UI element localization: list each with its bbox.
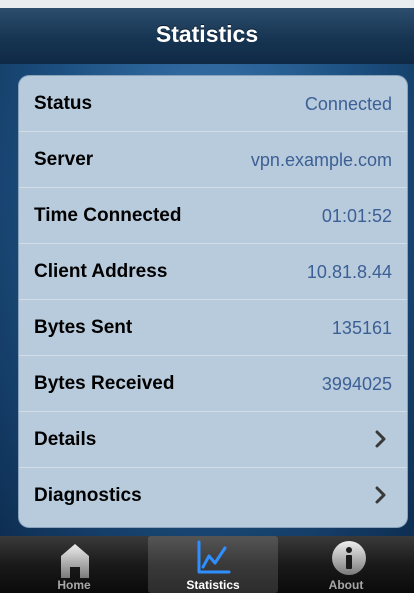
row-time-connected: Time Connected 01:01:52 <box>19 188 407 244</box>
statistics-table: Status Connected Server vpn.example.com … <box>19 76 407 527</box>
info-icon <box>332 541 366 575</box>
row-value: 01:01:52 <box>321 206 392 226</box>
row-label: Time Connected <box>34 205 182 226</box>
row-value: 135161 <box>331 318 392 338</box>
row-status: Status Connected <box>19 76 407 132</box>
row-server: Server vpn.example.com <box>19 132 407 188</box>
status-strip <box>0 0 414 8</box>
row-label: Bytes Received <box>34 373 175 394</box>
chevron-right-icon <box>375 486 386 504</box>
row-value: 3994025 <box>321 374 392 394</box>
row-label: Bytes Sent <box>34 317 133 338</box>
row-details[interactable]: Details <box>19 412 407 468</box>
tab-label: Statistics <box>186 578 240 592</box>
chevron-right-icon <box>375 430 386 448</box>
row-bytes-received: Bytes Received 3994025 <box>19 356 407 412</box>
row-value: 10.81.8.44 <box>306 262 392 282</box>
row-label: Status <box>34 93 93 114</box>
row-value: Connected <box>304 94 392 114</box>
row-label: Client Address <box>34 261 168 282</box>
tab-home[interactable]: Home <box>0 536 148 593</box>
home-icon <box>61 544 89 578</box>
tab-about[interactable]: About <box>278 536 414 593</box>
row-label: Server <box>34 149 94 170</box>
row-label: Details <box>34 429 97 450</box>
tab-statistics[interactable]: Statistics <box>148 536 278 593</box>
row-client-address: Client Address 10.81.8.44 <box>19 244 407 300</box>
row-bytes-sent: Bytes Sent 135161 <box>19 300 407 356</box>
chart-icon <box>197 540 231 574</box>
tab-label: About <box>328 578 364 592</box>
tab-bar: Home Statistics About <box>0 536 414 593</box>
row-label: Diagnostics <box>34 485 142 506</box>
row-value: vpn.example.com <box>250 150 392 170</box>
row-diagnostics[interactable]: Diagnostics <box>19 468 407 524</box>
tab-label: Home <box>57 578 91 592</box>
navigation-bar: Statistics <box>0 8 414 65</box>
page-title: Statistics <box>155 21 259 47</box>
